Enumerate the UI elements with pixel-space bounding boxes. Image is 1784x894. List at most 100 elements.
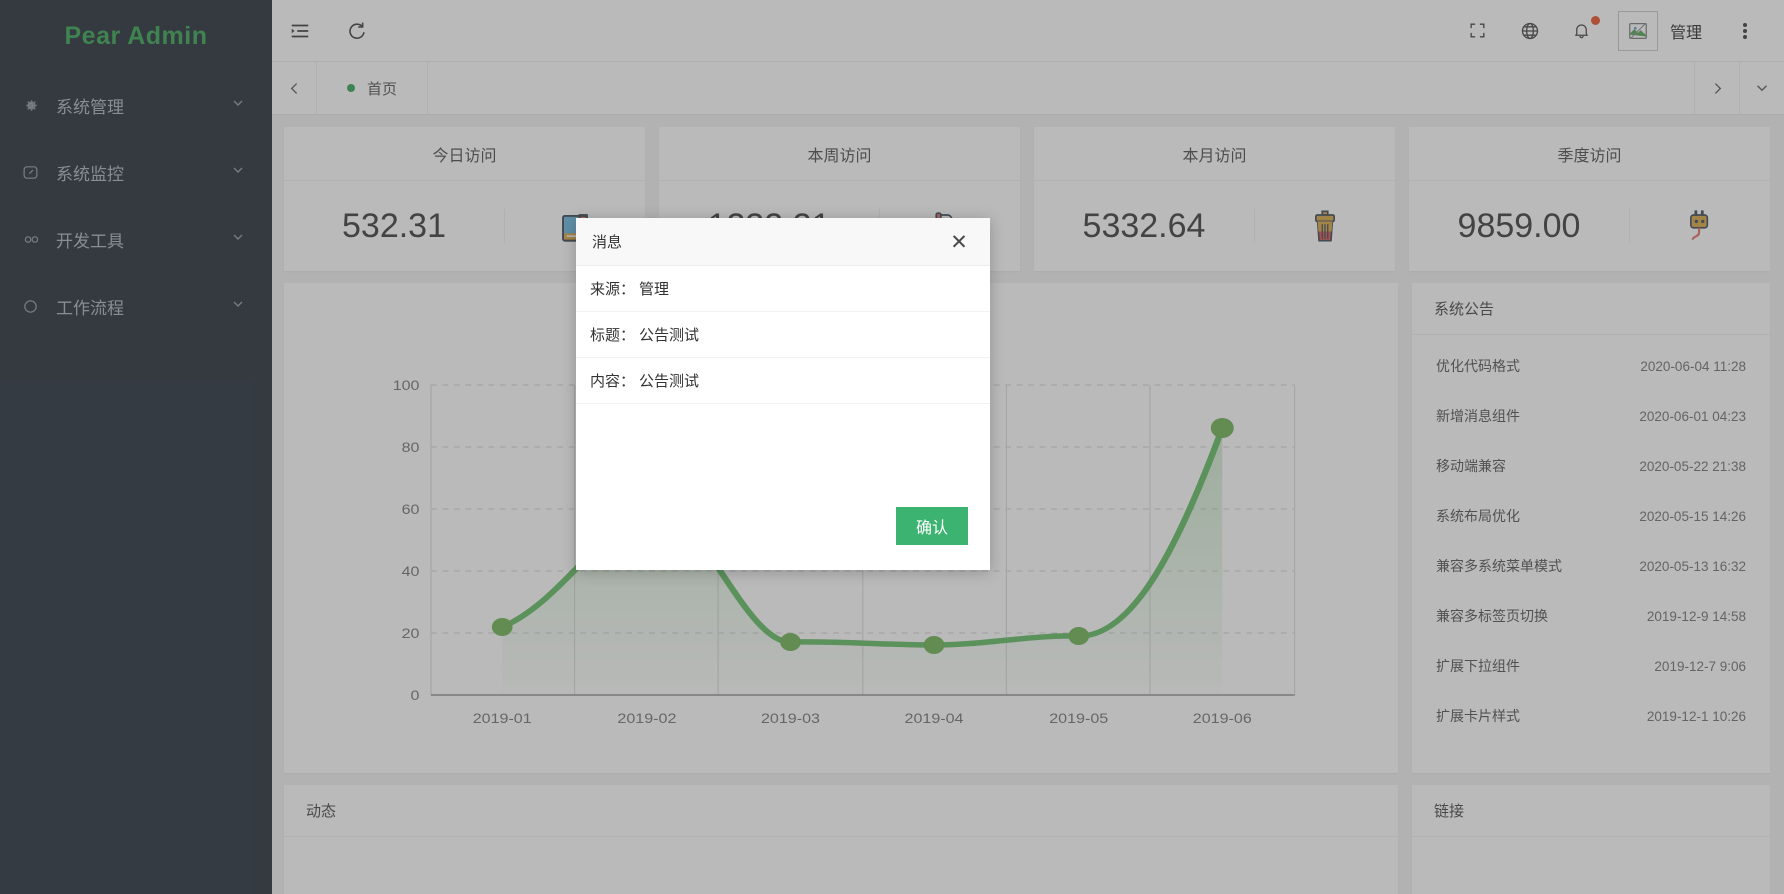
notice-title: 扩展下拉组件 xyxy=(1436,658,1520,674)
tab-active-dot xyxy=(347,84,355,92)
field-value: 管理 xyxy=(639,281,670,298)
notice-list: 优化代码格式 2020-06-04 11:28 新增消息组件 2020-06-0… xyxy=(1412,335,1770,773)
confirm-button[interactable]: 确认 xyxy=(895,507,968,545)
plug-icon xyxy=(1630,204,1770,248)
stat-title: 本周访问 xyxy=(659,127,1020,181)
notification-badge xyxy=(1590,15,1600,25)
notice-title: 移动端兼容 xyxy=(1436,458,1506,474)
fullscreen-icon[interactable] xyxy=(1452,0,1504,62)
svg-text:2019-02: 2019-02 xyxy=(617,711,676,727)
content-area: 今日访问 532.31 本周访问 本月访问 5332.64 季度访问 9859.… xyxy=(272,115,1784,894)
list-item[interactable]: 扩展下拉组件 2019-12-7 9:06 xyxy=(1424,641,1758,691)
dialog-footer: 确认 xyxy=(576,496,990,570)
svg-text:80: 80 xyxy=(402,440,420,456)
tab-bar: 首页 xyxy=(272,62,1784,115)
stat-title: 今日访问 xyxy=(284,127,645,181)
sidebar-item-label: 工作流程 xyxy=(56,299,124,318)
list-item[interactable]: 兼容多系统菜单模式 2020-05-13 16:32 xyxy=(1424,541,1758,591)
stat-card-month: 本月访问 5332.64 xyxy=(1034,127,1395,271)
user-name[interactable]: 管理 xyxy=(1670,19,1702,43)
svg-text:0: 0 xyxy=(411,688,420,704)
notice-title: 系统布局优化 xyxy=(1436,508,1520,524)
bottom-row: 动态 链接 xyxy=(284,785,1770,894)
dialog-filler xyxy=(576,404,990,496)
close-icon[interactable]: ✕ xyxy=(942,218,976,266)
field-label: 内容： xyxy=(590,373,636,390)
list-item[interactable]: 扩展卡片样式 2019-12-1 10:26 xyxy=(1424,691,1758,741)
notice-date: 2019-12-9 14:58 xyxy=(1646,608,1746,624)
field-label: 来源： xyxy=(590,281,636,298)
notice-title: 兼容多系统菜单模式 xyxy=(1436,558,1562,574)
list-item[interactable]: 新增消息组件 2020-06-01 04:23 xyxy=(1424,391,1758,441)
svg-text:2019-03: 2019-03 xyxy=(761,711,820,727)
notice-title: 兼容多标签页切换 xyxy=(1436,608,1548,624)
sidebar-item-label: 系统监控 xyxy=(56,165,124,184)
chevron-down-icon xyxy=(230,162,246,183)
svg-text:40: 40 xyxy=(402,564,420,580)
svg-text:2019-04: 2019-04 xyxy=(905,711,964,727)
refresh-icon[interactable] xyxy=(328,0,384,62)
chevron-down-icon xyxy=(230,229,246,250)
stat-title: 季度访问 xyxy=(1409,127,1770,181)
gear-icon xyxy=(22,97,50,114)
field-value: 公告测试 xyxy=(639,327,700,344)
globe-icon[interactable] xyxy=(1504,0,1556,62)
chevron-left-icon[interactable] xyxy=(272,62,317,114)
notice-title: 新增消息组件 xyxy=(1436,408,1520,424)
dialog-header: 消息 ✕ xyxy=(576,218,990,266)
gauge-icon xyxy=(22,164,50,181)
links-card: 链接 xyxy=(1412,785,1770,894)
notice-date: 2020-06-04 11:28 xyxy=(1640,358,1746,374)
svg-text:20: 20 xyxy=(402,626,420,642)
sidebar-item-system-management[interactable]: 系统管理 xyxy=(0,72,272,139)
stat-cards-row: 今日访问 532.31 本周访问 本月访问 5332.64 季度访问 9859.… xyxy=(284,127,1770,271)
notice-date: 2019-12-7 9:06 xyxy=(1654,658,1746,674)
chevron-right-icon[interactable] xyxy=(1694,62,1739,114)
stat-value: 532.31 xyxy=(284,209,505,243)
tab-label: 首页 xyxy=(367,80,398,98)
link-icon xyxy=(22,230,50,249)
tab-menu-chevron-down-icon[interactable] xyxy=(1739,62,1784,114)
svg-text:60: 60 xyxy=(402,502,420,518)
svg-text:2019-06: 2019-06 xyxy=(1193,711,1252,727)
notice-date: 2020-05-13 16:32 xyxy=(1639,558,1746,574)
sidebar-item-dev-tools[interactable]: 开发工具 xyxy=(0,206,272,273)
svg-text:2019-01: 2019-01 xyxy=(473,711,532,727)
notice-date: 2019-12-1 10:26 xyxy=(1646,708,1746,724)
field-label: 标题： xyxy=(590,327,636,344)
vertical-dots-icon[interactable] xyxy=(1728,0,1762,62)
app-logo: Pear Admin xyxy=(64,21,208,50)
notice-title: 扩展卡片样式 xyxy=(1436,708,1520,724)
dialog-body: 来源： 管理 标题： 公告测试 内容： 公告测试 确认 xyxy=(576,266,990,570)
dialog-title: 消息 xyxy=(592,234,623,251)
stat-value: 5332.64 xyxy=(1034,209,1255,243)
chevron-down-icon xyxy=(230,95,246,116)
bell-icon[interactable] xyxy=(1556,0,1608,62)
avatar[interactable] xyxy=(1617,10,1658,51)
dialog-field-title: 标题： 公告测试 xyxy=(576,312,990,358)
sidebar: Pear Admin 系统管理 系统监控 开发工具 工作流程 xyxy=(0,0,272,894)
system-notice-card: 系统公告 优化代码格式 2020-06-04 11:28 新增消息组件 2020… xyxy=(1412,283,1770,773)
tab-home[interactable]: 首页 xyxy=(317,62,429,114)
list-item[interactable]: 移动端兼容 2020-05-22 21:38 xyxy=(1424,441,1758,491)
field-value: 公告测试 xyxy=(639,373,700,390)
tab-scroll-area: 首页 xyxy=(317,62,1694,114)
stat-value: 9859.00 xyxy=(1409,209,1630,243)
links-panel-title: 链接 xyxy=(1412,785,1770,837)
chevron-down-icon xyxy=(230,296,246,317)
sidebar-item-workflow[interactable]: 工作流程 xyxy=(0,273,272,340)
notice-date: 2020-06-01 04:23 xyxy=(1639,408,1746,424)
notice-panel-title: 系统公告 xyxy=(1412,283,1770,335)
sidebar-item-system-monitor[interactable]: 系统监控 xyxy=(0,139,272,206)
list-item[interactable]: 兼容多标签页切换 2019-12-9 14:58 xyxy=(1424,591,1758,641)
dynamic-panel-title: 动态 xyxy=(284,785,1398,837)
list-item[interactable]: 系统布局优化 2020-05-15 14:26 xyxy=(1424,491,1758,541)
menu-collapse-icon[interactable] xyxy=(272,0,328,62)
svg-text:2019-05: 2019-05 xyxy=(1049,711,1108,727)
notice-title: 优化代码格式 xyxy=(1436,358,1520,374)
dynamic-card: 动态 xyxy=(284,785,1398,894)
notice-date: 2020-05-15 14:26 xyxy=(1639,508,1746,524)
trash-icon xyxy=(1255,204,1395,248)
list-item[interactable]: 优化代码格式 2020-06-04 11:28 xyxy=(1424,341,1758,391)
sidebar-item-label: 开发工具 xyxy=(56,232,124,251)
